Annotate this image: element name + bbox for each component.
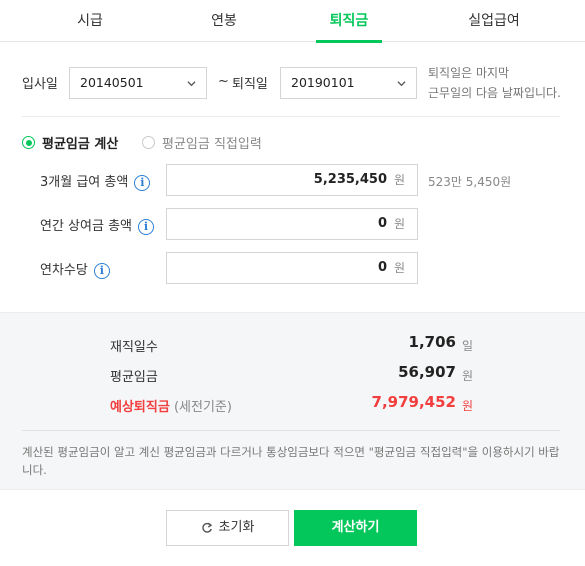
end-date-note: 퇴직일은 마지막 근무일의 다음 날짜입니다. [428,63,561,103]
calculate-button[interactable]: 계산하기 [294,510,417,546]
end-date-value: 20190101 [291,75,355,90]
tab-bar: 시급 연봉 퇴직금 실업급여 [0,0,585,43]
bonus-label-row: 연간 상여금 총액 i [40,215,154,235]
tab-hourly[interactable]: 시급 [48,0,132,42]
start-date-select[interactable]: 20140501 [69,67,207,99]
end-date-select[interactable]: 20190101 [280,67,417,99]
calculate-button-label: 계산하기 [331,520,380,535]
end-date-note-line1: 퇴직일은 마지막 [428,66,510,80]
result-note: 계산된 평균임금이 알고 계신 평균임금과 다르거나 통상임금보다 적으면 "평… [22,445,560,477]
end-date-label: 퇴직일 [232,77,268,92]
leave-allowance-unit: 원 [393,261,405,275]
avg-wage-label: 평균임금 [110,370,158,385]
start-date-value: 20140501 [80,75,144,90]
radio-avg-calc-label: 평균임금 계산 [42,137,119,152]
refresh-icon [201,522,212,533]
info-icon[interactable]: i [134,174,151,191]
leave-allowance-label: 연차수당 [40,263,88,278]
severance-label-row: 예상퇴직금 (세전기준) [110,396,232,415]
tab-severance[interactable]: 퇴직금 [316,0,382,43]
chevron-down-icon [397,81,406,87]
work-days-label: 재직일수 [110,340,158,355]
tab-unemployment[interactable]: 실업급여 [450,0,538,42]
severance-unit: 원 [462,399,474,413]
reset-button[interactable]: 초기화 [166,510,289,546]
leave-allowance-input[interactable]: 0 원 [166,252,418,284]
tab-annual[interactable]: 연봉 [182,0,266,42]
bonus-label: 연간 상여금 총액 [40,219,132,234]
radio-avg-direct[interactable]: 평균임금 직접입력 [142,133,262,152]
work-days-value: 1,706 [408,333,456,351]
radio-unselected-icon [142,136,155,149]
avg-wage-value: 56,907 [398,363,456,381]
leave-allowance-value: 0 [377,260,387,275]
leave-allowance-label-row: 연차수당 i [40,259,110,279]
date-range-tilde: ~ [218,74,229,89]
chevron-down-icon [187,81,196,87]
bonus-unit: 원 [393,217,405,231]
salary-3m-input[interactable]: 5,235,450 원 [166,164,418,196]
salary-3m-value: 5,235,450 [313,172,387,187]
radio-avg-direct-label: 평균임금 직접입력 [162,137,262,152]
active-tab-indicator [316,40,382,43]
salary-3m-hint: 523만 5,450원 [428,175,512,189]
bonus-input[interactable]: 0 원 [166,208,418,240]
info-icon[interactable]: i [93,262,110,279]
bonus-value: 0 [377,216,387,231]
severance-value: 7,979,452 [371,393,456,411]
start-date-label: 입사일 [22,77,58,92]
severance-sub-label: (세전기준) [173,400,232,415]
end-date-note-line2: 근무일의 다음 날짜입니다. [428,86,561,100]
reset-button-label: 초기화 [218,520,255,535]
severance-label: 예상퇴직금 [110,400,170,415]
info-icon[interactable]: i [138,218,154,235]
tab-severance-label: 퇴직금 [329,13,369,29]
radio-selected-icon [22,136,35,149]
result-divider [22,430,560,431]
salary-3m-label-row: 3개월 급여 총액 i [40,171,151,191]
salary-3m-label: 3개월 급여 총액 [40,175,129,190]
salary-3m-unit: 원 [393,173,405,187]
result-panel: 재직일수 1,706 일 평균임금 56,907 원 예상퇴직금 (세전기준) … [0,312,585,490]
radio-avg-calc[interactable]: 평균임금 계산 [22,133,118,152]
work-days-unit: 일 [462,339,474,353]
avg-wage-unit: 원 [462,369,474,383]
section-divider [22,116,560,117]
